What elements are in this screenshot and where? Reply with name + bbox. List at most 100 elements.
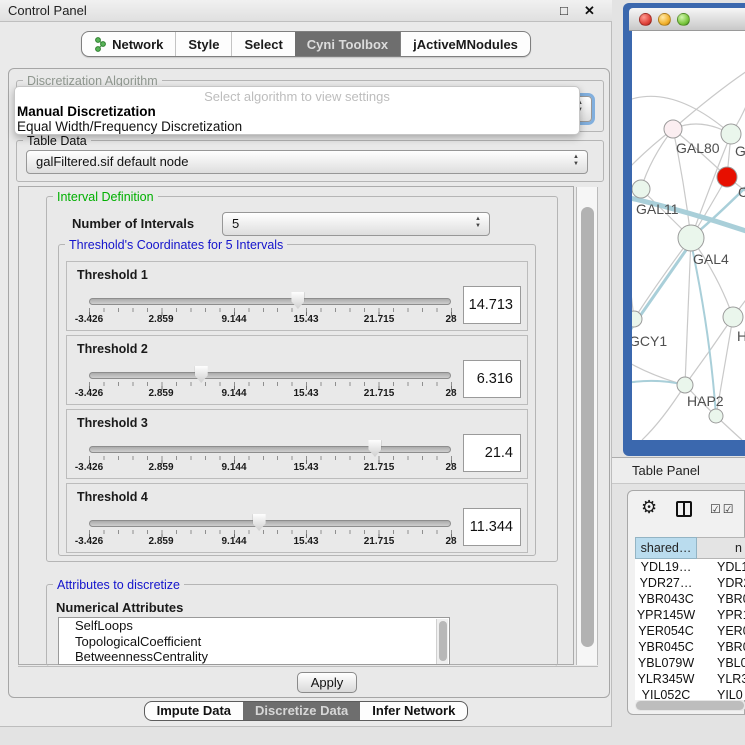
threshold-4-slider-track[interactable]	[89, 520, 451, 527]
table-panel-titlebar: Table Panel	[612, 457, 745, 484]
node-gal11[interactable]	[632, 180, 650, 198]
threshold-3-box: Threshold 3 -3.426 2.859 9.144 15.43 21.…	[66, 409, 528, 479]
threshold-3-slider-thumb[interactable]	[368, 440, 381, 457]
tab-select[interactable]: Select	[231, 32, 294, 56]
network-icon	[94, 37, 107, 52]
tick-label: 9.144	[221, 314, 246, 325]
list-scrollbar[interactable]	[436, 619, 448, 665]
combo-arrows-icon: ▲▼	[474, 216, 482, 230]
tick-label: 15.43	[293, 462, 318, 473]
tick-label: -3.426	[75, 314, 103, 325]
threshold-1-box: Threshold 1 -3.426 2.859 9.144 15.43 21.…	[66, 261, 528, 331]
apply-bar: Apply	[18, 666, 598, 697]
node-label-hap2: HAP2	[687, 393, 724, 409]
threshold-2-slider-thumb[interactable]	[195, 366, 208, 383]
table-panel: ⚙ ☑☑ shared… n YDL19…YDL1 YDR27…YDR2 YBR…	[627, 490, 745, 715]
gear-icon[interactable]: ⚙	[641, 497, 657, 518]
tick-label: 21.715	[364, 314, 395, 325]
columns-layout-icon[interactable]	[676, 501, 692, 517]
tab-discretize-data[interactable]: Discretize Data	[243, 702, 360, 720]
network-canvas[interactable]: GAL80 GA C GAL11 GAL4 GCY1 H HAP2	[632, 31, 745, 440]
tab-network-label: Network	[112, 37, 163, 52]
tab-infer-network[interactable]: Infer Network	[360, 702, 467, 720]
vertical-scrollbar-thumb[interactable]	[581, 207, 594, 647]
table-row[interactable]: YLR345WYLR3	[635, 671, 745, 687]
algorithm-option-equal-width[interactable]: Equal Width/Frequency Discretization	[17, 119, 242, 134]
tab-cyni-toolbox-label: Cyni Toolbox	[307, 37, 388, 52]
list-item[interactable]: SelfLoops	[59, 618, 449, 634]
threshold-4-value-field[interactable]: 11.344	[463, 508, 521, 546]
attributes-group-title: Attributes to discretize	[53, 578, 184, 592]
control-panel-window: Control Panel □ ✕ Network Style	[0, 0, 612, 727]
table-data-combobox[interactable]: galFiltered.sif default node ▲▼	[26, 150, 588, 174]
tick-label: 2.859	[148, 388, 173, 399]
number-of-intervals-combobox[interactable]: 5 ▲▼	[222, 212, 490, 236]
table-row[interactable]: YPR145WYPR1	[635, 607, 745, 623]
table-panel-title: Table Panel	[632, 458, 700, 484]
tab-select-label: Select	[244, 37, 282, 52]
tab-cyni-toolbox[interactable]: Cyni Toolbox	[295, 32, 400, 56]
threshold-3-value-field[interactable]: 21.4	[463, 434, 521, 472]
tab-jactivemnodules[interactable]: jActiveMNodules	[400, 32, 530, 56]
threshold-1-value-field[interactable]: 14.713	[463, 286, 521, 324]
algorithm-option-manual[interactable]: Manual Discretization	[17, 104, 156, 119]
number-of-intervals-value: 5	[232, 213, 239, 235]
column-header-shared-name[interactable]: shared…	[635, 537, 697, 559]
tab-style[interactable]: Style	[175, 32, 231, 56]
node-label-h: H	[737, 328, 745, 344]
network-view-window: GAL80 GA C GAL11 GAL4 GCY1 H HAP2	[623, 3, 745, 456]
interval-definition-title: Interval Definition	[53, 190, 158, 204]
tab-impute-data[interactable]: Impute Data	[145, 702, 243, 720]
horizontal-scrollbar-thumb[interactable]	[636, 701, 744, 710]
zoom-traffic-light-icon[interactable]	[677, 13, 690, 26]
table-data-title: Table Data	[23, 134, 91, 148]
table-row[interactable]: YDR27…YDR2	[635, 575, 745, 591]
node-red-selected[interactable]	[717, 167, 737, 187]
tick-label: 2.859	[148, 536, 173, 547]
tick-label: -3.426	[75, 536, 103, 547]
threshold-1-slider-thumb[interactable]	[291, 292, 304, 309]
float-window-icon[interactable]: □	[560, 0, 568, 22]
node-hap2[interactable]	[677, 377, 693, 393]
algorithm-hint-option[interactable]: Select algorithm to view settings	[15, 89, 579, 104]
close-window-icon[interactable]: ✕	[584, 0, 595, 22]
minimize-traffic-light-icon[interactable]	[658, 13, 671, 26]
table-panel-toolbar: ⚙ ☑☑	[628, 491, 744, 531]
node-pink[interactable]	[664, 120, 682, 138]
threshold-3-slider-track[interactable]	[89, 446, 451, 453]
tab-network[interactable]: Network	[82, 32, 175, 56]
threshold-1-slider-track[interactable]	[89, 298, 451, 305]
table-row[interactable]: YIL052CYIL0	[635, 687, 745, 700]
top-tab-group: Network Style Select Cyni Toolbox jActiv…	[81, 31, 531, 57]
node-label-gal80: GAL80	[676, 140, 720, 156]
threshold-2-slider-track[interactable]	[89, 372, 451, 379]
table-row[interactable]: YBL079WYBL0	[635, 655, 745, 671]
table-row[interactable]: YDL19…YDL1	[635, 559, 745, 575]
app-root: Control Panel □ ✕ Network Style	[0, 0, 745, 745]
node-h[interactable]	[723, 307, 743, 327]
node-small[interactable]	[709, 409, 723, 423]
node-gal4[interactable]	[678, 225, 704, 251]
slider-minor-ticks	[89, 308, 452, 312]
tab-style-label: Style	[188, 37, 219, 52]
tick-label: 28	[445, 388, 456, 399]
column-header-name[interactable]: n	[697, 537, 745, 559]
checkbox-select-icons[interactable]: ☑☑	[710, 502, 736, 516]
node-label-gal11: GAL11	[636, 201, 679, 217]
table-row[interactable]: YBR043CYBR0	[635, 591, 745, 607]
horizontal-scrollbar[interactable]	[635, 700, 745, 711]
list-item[interactable]: TopologicalCoefficient	[59, 634, 449, 650]
node-table[interactable]: shared… n YDL19…YDL1 YDR27…YDR2 YBR043CY…	[635, 537, 745, 700]
apply-button[interactable]: Apply	[297, 672, 357, 693]
threshold-2-value-field[interactable]: 6.316	[463, 360, 521, 398]
network-nodes[interactable]	[632, 120, 743, 423]
close-traffic-light-icon[interactable]	[639, 13, 652, 26]
threshold-4-slider-thumb[interactable]	[253, 514, 266, 531]
numerical-attributes-list[interactable]: SelfLoops TopologicalCoefficient Between…	[58, 617, 450, 665]
list-item[interactable]: BetweennessCentrality	[59, 649, 449, 665]
table-row[interactable]: YBR045CYBR0	[635, 639, 745, 655]
list-scrollbar-thumb[interactable]	[439, 621, 447, 661]
vertical-scrollbar[interactable]	[576, 187, 598, 665]
table-row[interactable]: YER054CYER0	[635, 623, 745, 639]
node-green[interactable]	[721, 124, 741, 144]
